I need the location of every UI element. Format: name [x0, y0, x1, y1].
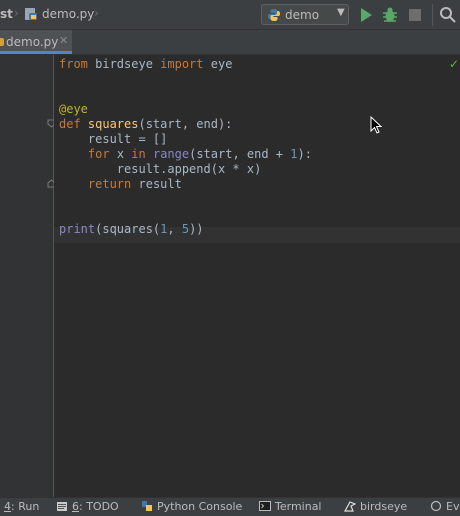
birdseye-icon [344, 501, 356, 512]
code-token: def [59, 117, 88, 131]
inspection-ok-icon[interactable]: ✓ [449, 57, 459, 71]
code-token: x [109, 147, 132, 161]
code-token: ): [297, 147, 312, 161]
run-configuration-select[interactable]: demo ▼ [261, 4, 349, 25]
navigation-bar: st › demo.py › demo ▼ [0, 0, 460, 30]
code-line[interactable]: @eye [59, 101, 88, 117]
event-log-tool-button[interactable]: Ev [430, 500, 459, 513]
run-icon[interactable] [356, 5, 376, 25]
code-token: print [59, 222, 96, 236]
code-token: result = [] [59, 132, 168, 146]
breadcrumb-separator: › [14, 6, 19, 20]
terminal-tool-button[interactable]: Terminal [259, 500, 322, 513]
code-token: )) [189, 222, 204, 236]
breadcrumb-separator: › [94, 6, 99, 20]
code-token: 5 [181, 222, 190, 236]
close-icon[interactable]: ✕ [59, 34, 68, 47]
tab-demo-py[interactable]: demo.py ✕ [0, 30, 72, 54]
todo-icon [57, 502, 67, 511]
breadcrumb-project[interactable]: st [0, 7, 13, 21]
terminal-icon [259, 501, 271, 511]
python-console-tool-button[interactable]: Python Console [141, 500, 242, 513]
todo-tool-button[interactable]: 6: TODO [56, 500, 119, 513]
code-token: eye [203, 57, 233, 71]
code-line[interactable]: return result [59, 176, 182, 192]
code-token: result [131, 177, 182, 191]
code-token: return [87, 177, 132, 191]
python-file-icon [25, 8, 37, 20]
code-line[interactable]: result = [] [59, 131, 167, 147]
search-icon[interactable] [438, 5, 458, 25]
code-token: result.append(x * x) [59, 162, 262, 176]
tool-window-bar: 4: Run 6: TODO Python Console Terminal b… [0, 497, 460, 516]
code-line[interactable]: for x in range(start, end + 1): [59, 146, 312, 162]
toolbar-divider [432, 4, 433, 26]
code-line[interactable]: from birdseye import eye [59, 56, 232, 72]
code-line[interactable]: def squares(start, end): [59, 116, 232, 132]
run-tool-button[interactable]: 4: Run [4, 500, 39, 513]
code-token: import [160, 57, 204, 71]
code-token: birdseye [87, 57, 161, 71]
tab-label: demo.py [6, 35, 59, 49]
code-token: , [167, 222, 182, 236]
code-line[interactable]: print(squares(1, 5)) [59, 221, 204, 237]
stop-icon[interactable] [405, 5, 425, 25]
code-token: from [59, 57, 88, 71]
code-token: for [87, 147, 110, 161]
breadcrumb-file[interactable]: demo.py [42, 7, 94, 21]
run-configuration-label: demo [285, 8, 320, 22]
editor-gutter[interactable] [0, 55, 56, 497]
chevron-down-icon: ▼ [337, 7, 345, 18]
editor-tab-strip: demo.py ✕ [0, 30, 460, 55]
code-token: in [131, 147, 146, 161]
python-console-icon [142, 501, 152, 511]
python-file-icon [0, 38, 4, 46]
code-editor[interactable]: from birdseye import eye @eye def squares(… [54, 55, 460, 497]
code-line[interactable]: result.append(x * x) [59, 161, 262, 177]
event-log-icon [430, 500, 442, 512]
mouse-cursor-icon [370, 116, 383, 134]
code-token: range [152, 147, 190, 161]
code-token: (start, end + [189, 147, 291, 161]
birdseye-tool-button[interactable]: birdseye [344, 500, 407, 513]
code-token: @eye [59, 102, 88, 116]
code-token: (start, end): [138, 117, 233, 131]
code-token: squares [87, 117, 139, 131]
code-token: (squares( [95, 222, 161, 236]
python-icon [268, 9, 280, 21]
debug-icon[interactable] [380, 5, 400, 25]
